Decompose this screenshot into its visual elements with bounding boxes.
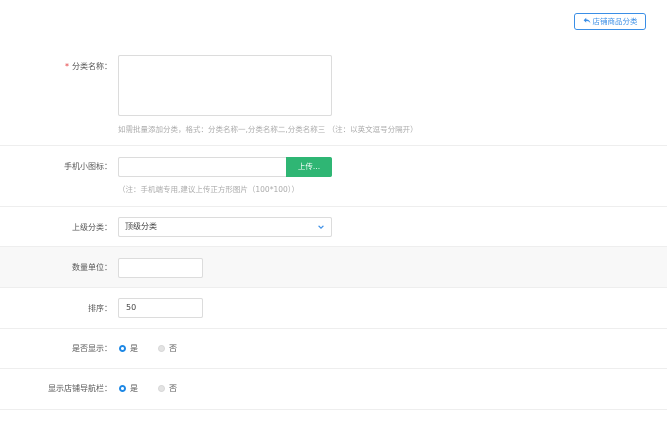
parent-category-selected: 顶级分类: [125, 222, 157, 231]
category-name-hint: 如需批量添加分类，格式：分类名称一,分类名称二,分类名称三 （注：以英文逗号分隔…: [118, 125, 418, 134]
mobile-icon-hint: （注：手机端专用,建议上传正方形图片（100*100））: [118, 185, 300, 194]
parent-category-select[interactable]: 顶级分类: [118, 217, 332, 237]
store-nav-yes-radio[interactable]: 是: [119, 383, 138, 394]
sort-order-row: 排序：: [0, 288, 667, 329]
mobile-icon-file-input[interactable]: [118, 157, 286, 177]
sort-order-label: 排序：: [88, 304, 112, 313]
quantity-unit-row: 数量单位：: [0, 247, 667, 288]
is-show-no-radio[interactable]: 否: [158, 343, 177, 354]
chevron-down-icon: [318, 225, 324, 229]
store-category-button[interactable]: 店铺商品分类: [574, 13, 646, 30]
store-category-button-label: 店铺商品分类: [592, 17, 638, 26]
back-arrow-icon: [583, 17, 590, 24]
mobile-icon-label: 手机小图标：: [64, 162, 112, 171]
required-mark: *: [65, 62, 69, 71]
mobile-icon-row: 手机小图标：: [0, 146, 667, 207]
is-show-row: 是否显示：: [0, 329, 667, 369]
category-name-label: * 分类名称：: [65, 62, 112, 71]
store-nav-row: 显示店铺导航栏：: [0, 369, 667, 410]
parent-category-label: 上级分类：: [72, 223, 112, 232]
radio-unchecked-icon: [158, 345, 165, 352]
quantity-unit-input[interactable]: [118, 258, 203, 278]
radio-checked-icon: [119, 345, 126, 352]
parent-category-row: 上级分类：: [0, 207, 667, 247]
is-show-label: 是否显示：: [72, 344, 112, 353]
sort-order-input[interactable]: 50: [118, 298, 203, 318]
store-nav-label: 显示店铺导航栏：: [48, 384, 112, 393]
is-show-yes-radio[interactable]: 是: [119, 343, 138, 354]
upload-button[interactable]: 上传...: [286, 157, 332, 177]
radio-unchecked-icon: [158, 385, 165, 392]
radio-checked-icon: [119, 385, 126, 392]
store-nav-no-radio[interactable]: 否: [158, 383, 177, 394]
quantity-unit-label: 数量单位：: [72, 263, 112, 272]
category-name-textarea[interactable]: [118, 55, 332, 116]
